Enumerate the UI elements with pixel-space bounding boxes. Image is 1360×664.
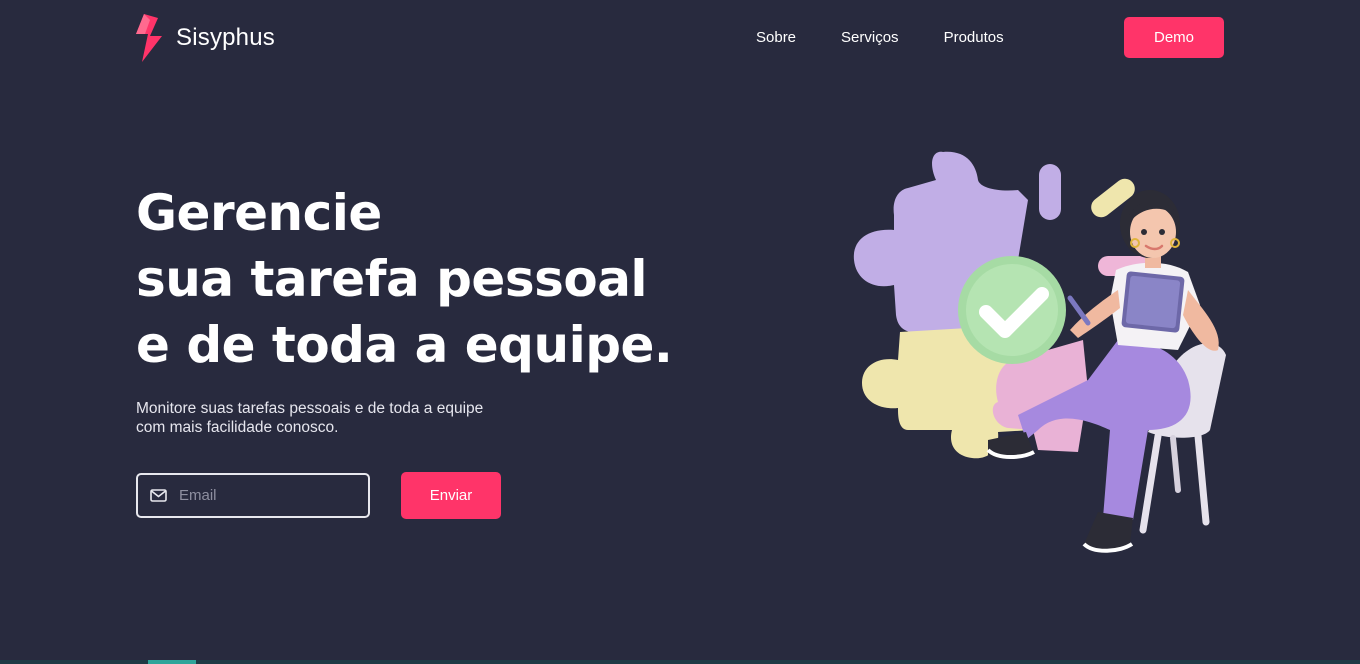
bottom-divider-accent xyxy=(148,660,196,664)
send-button[interactable]: Enviar xyxy=(401,472,501,519)
brand-logo[interactable]: Sisyphus xyxy=(136,14,275,62)
subtitle-line-2: com mais facilidade conosco. xyxy=(136,419,339,436)
checkmark-icon xyxy=(958,256,1066,364)
demo-button[interactable]: Demo xyxy=(1124,17,1224,58)
email-field-container xyxy=(136,473,370,518)
hero-headline: Gerencie sua tarefa pessoal e de toda a … xyxy=(136,180,673,378)
brand-name: Sisyphus xyxy=(176,24,275,51)
headline-line-2: sua tarefa pessoal xyxy=(136,250,648,308)
logo-mark-icon xyxy=(136,14,162,62)
nav-item-sobre[interactable]: Sobre xyxy=(756,29,796,46)
headline-line-1: Gerencie xyxy=(136,184,382,242)
hero-subtitle: Monitore suas tarefas pessoais e de toda… xyxy=(136,399,536,437)
mail-icon xyxy=(150,489,167,502)
nav-item-servicos[interactable]: Serviços xyxy=(841,29,899,46)
email-input[interactable] xyxy=(177,486,361,505)
bottom-divider xyxy=(0,660,1360,664)
headline-line-3: e de toda a equipe. xyxy=(136,316,673,374)
nav-item-produtos[interactable]: Produtos xyxy=(944,29,1004,46)
subtitle-line-1: Monitore suas tarefas pessoais e de toda… xyxy=(136,400,484,417)
hero-illustration xyxy=(853,151,1226,553)
purple-pill-decoration xyxy=(1039,164,1061,220)
main-nav: Sobre Serviços Produtos xyxy=(756,29,1049,46)
